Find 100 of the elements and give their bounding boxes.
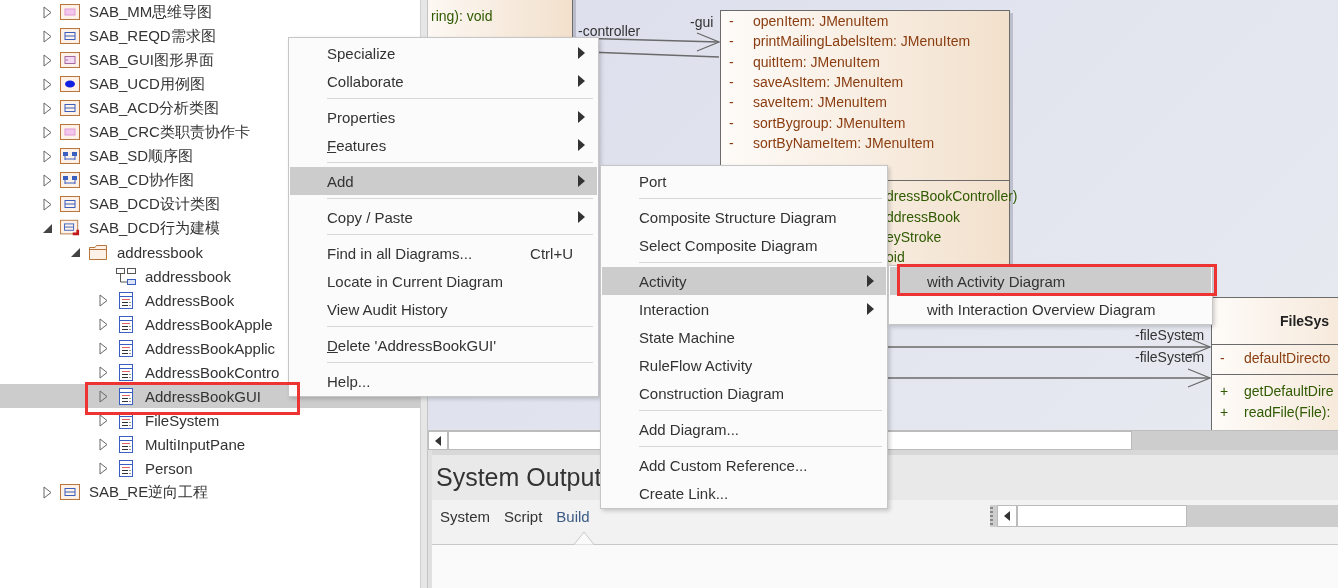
class-icon xyxy=(119,315,133,333)
tree-item-label: AddressBookApple xyxy=(145,315,273,333)
visibility-sign: + xyxy=(1220,383,1230,400)
visibility-sign: - xyxy=(1220,350,1226,367)
menu-item[interactable]: Properties xyxy=(290,103,597,131)
package-icon xyxy=(60,484,80,500)
collapsed-triangle-icon[interactable] xyxy=(42,53,52,67)
package-icon xyxy=(60,124,80,140)
member-text: sortBygroup: JMenuItem xyxy=(753,114,906,131)
tree-row[interactable]: MultiInputPane xyxy=(0,432,420,456)
shortcut-text: Ctrl+U xyxy=(530,244,573,262)
collapsed-triangle-icon[interactable] xyxy=(42,125,52,139)
output-tab[interactable]: System xyxy=(436,507,498,525)
scroll-left-arrow-icon[interactable] xyxy=(1004,511,1010,521)
tree-item-label: SAB_ACD分析类图 xyxy=(89,98,220,118)
menu-item[interactable]: Delete 'AddressBookGUI' xyxy=(290,331,597,359)
tree-item-label: MultiInputPane xyxy=(145,435,246,453)
tree-item-label: AddressBookGUI xyxy=(145,387,261,405)
tree-row[interactable]: Person xyxy=(0,456,420,480)
collapsed-triangle-icon[interactable] xyxy=(98,317,108,331)
collapsed-triangle-icon[interactable] xyxy=(42,173,52,187)
role-label: -fileSystem xyxy=(1135,327,1205,343)
tree-item-label: SAB_REQD需求图 xyxy=(89,26,216,46)
menu-item[interactable]: Add Diagram... xyxy=(602,415,886,443)
collapsed-triangle-icon[interactable] xyxy=(42,101,52,115)
menu-item[interactable]: Port xyxy=(602,167,886,195)
class-icon xyxy=(119,435,133,453)
menu-item[interactable]: Construction Diagram xyxy=(602,379,886,407)
collapsed-triangle-icon[interactable] xyxy=(98,413,108,427)
tree-item-label: SAB_SD顺序图 xyxy=(89,146,194,166)
diagram-icon xyxy=(116,267,136,285)
tree-item-label: addressbook xyxy=(117,243,203,261)
tree-row[interactable]: SAB_MM思维导图 xyxy=(0,0,420,24)
member-text: printMailingLabelsItem: JMenuItem xyxy=(753,33,971,50)
menu-item[interactable]: Copy / Paste xyxy=(290,203,597,231)
package-icon xyxy=(60,28,80,44)
menu-item[interactable]: Collaborate xyxy=(290,67,597,95)
member-text: getDefaultDire xyxy=(1244,383,1334,400)
visibility-sign: - xyxy=(729,53,735,70)
class-icon xyxy=(119,363,133,381)
package-icon xyxy=(60,100,80,116)
visibility-sign: - xyxy=(729,74,735,91)
collapsed-triangle-icon[interactable] xyxy=(42,485,52,499)
expanded-triangle-icon[interactable] xyxy=(69,246,81,258)
menu-item[interactable]: Select Composite Diagram xyxy=(602,231,886,259)
output-tab[interactable]: Script xyxy=(500,507,551,525)
collapsed-triangle-icon[interactable] xyxy=(98,461,108,475)
tree-item-label: SAB_RE逆向工程 xyxy=(89,482,209,502)
collapsed-triangle-icon[interactable] xyxy=(98,365,108,379)
menu-item[interactable]: Add xyxy=(290,167,597,195)
tree-row[interactable]: SAB_RE逆向工程 xyxy=(0,480,420,504)
menu-item[interactable]: Locate in Current Diagram xyxy=(290,267,597,295)
tree-item-label: SAB_CRC类职责协作卡 xyxy=(89,122,250,142)
expanded-triangle-icon[interactable] xyxy=(41,222,53,234)
package-icon xyxy=(60,52,80,68)
visibility-sign: - xyxy=(729,94,735,111)
class-icon xyxy=(119,387,133,405)
package-icon xyxy=(60,172,80,188)
package-icon xyxy=(60,4,80,20)
menu-item[interactable]: State Machine xyxy=(602,323,886,351)
tree-item-label: SAB_MM思维导图 xyxy=(89,2,213,22)
menu-item[interactable]: with Interaction Overview Diagram xyxy=(890,295,1211,323)
menu-item[interactable]: with Activity Diagram xyxy=(890,267,1211,295)
collapsed-triangle-icon[interactable] xyxy=(42,77,52,91)
collapsed-triangle-icon[interactable] xyxy=(98,437,108,451)
member-text: saveAsItem: JMenuItem xyxy=(753,74,904,91)
collapsed-triangle-icon[interactable] xyxy=(98,389,108,403)
member-text: sortByNameItem: JMenuItem xyxy=(753,134,935,151)
role-label: -controller xyxy=(578,23,641,39)
tree-item-label: SAB_GUI图形界面 xyxy=(89,50,215,70)
class-icon xyxy=(119,459,133,477)
tree-item-label: SAB_DCD行为建模 xyxy=(89,218,220,238)
menu-item[interactable]: Interaction xyxy=(602,295,886,323)
scroll-left-arrow-icon[interactable] xyxy=(435,435,441,446)
tree-item-label: SAB_CD协作图 xyxy=(89,170,195,190)
horizontal-scrollbar[interactable] xyxy=(990,505,1338,527)
collapsed-triangle-icon[interactable] xyxy=(42,197,52,211)
menu-item[interactable]: Composite Structure Diagram xyxy=(602,203,886,231)
member-text: quitItem: JMenuItem xyxy=(753,53,880,70)
menu-item[interactable]: Find in all Diagrams... Ctrl+U xyxy=(290,239,597,267)
collapsed-triangle-icon[interactable] xyxy=(42,149,52,163)
tree-item-label: SAB_UCD用例图 xyxy=(89,74,205,94)
output-tab[interactable]: Build xyxy=(552,507,598,525)
menu-item[interactable]: Activity xyxy=(602,267,886,295)
collapsed-triangle-icon[interactable] xyxy=(98,293,108,307)
tree-item-label: addressbook xyxy=(145,267,231,285)
collapsed-triangle-icon[interactable] xyxy=(98,341,108,355)
tree-row[interactable]: FileSystem xyxy=(0,408,420,432)
class-icon xyxy=(119,291,133,309)
menu-item[interactable]: RuleFlow Activity xyxy=(602,351,886,379)
visibility-sign: + xyxy=(1220,403,1230,420)
member-text: ring): void xyxy=(431,8,493,25)
menu-item[interactable]: View Audit History xyxy=(290,295,597,323)
tree-item-label: Person xyxy=(145,459,193,477)
collapsed-triangle-icon[interactable] xyxy=(42,29,52,43)
visibility-sign: - xyxy=(729,134,735,151)
collapsed-triangle-icon[interactable] xyxy=(42,5,52,19)
tree-item-label: AddressBook xyxy=(145,291,235,309)
tree-item-label: AddressBookContro xyxy=(145,363,280,381)
menu-item[interactable]: Features xyxy=(290,131,597,159)
